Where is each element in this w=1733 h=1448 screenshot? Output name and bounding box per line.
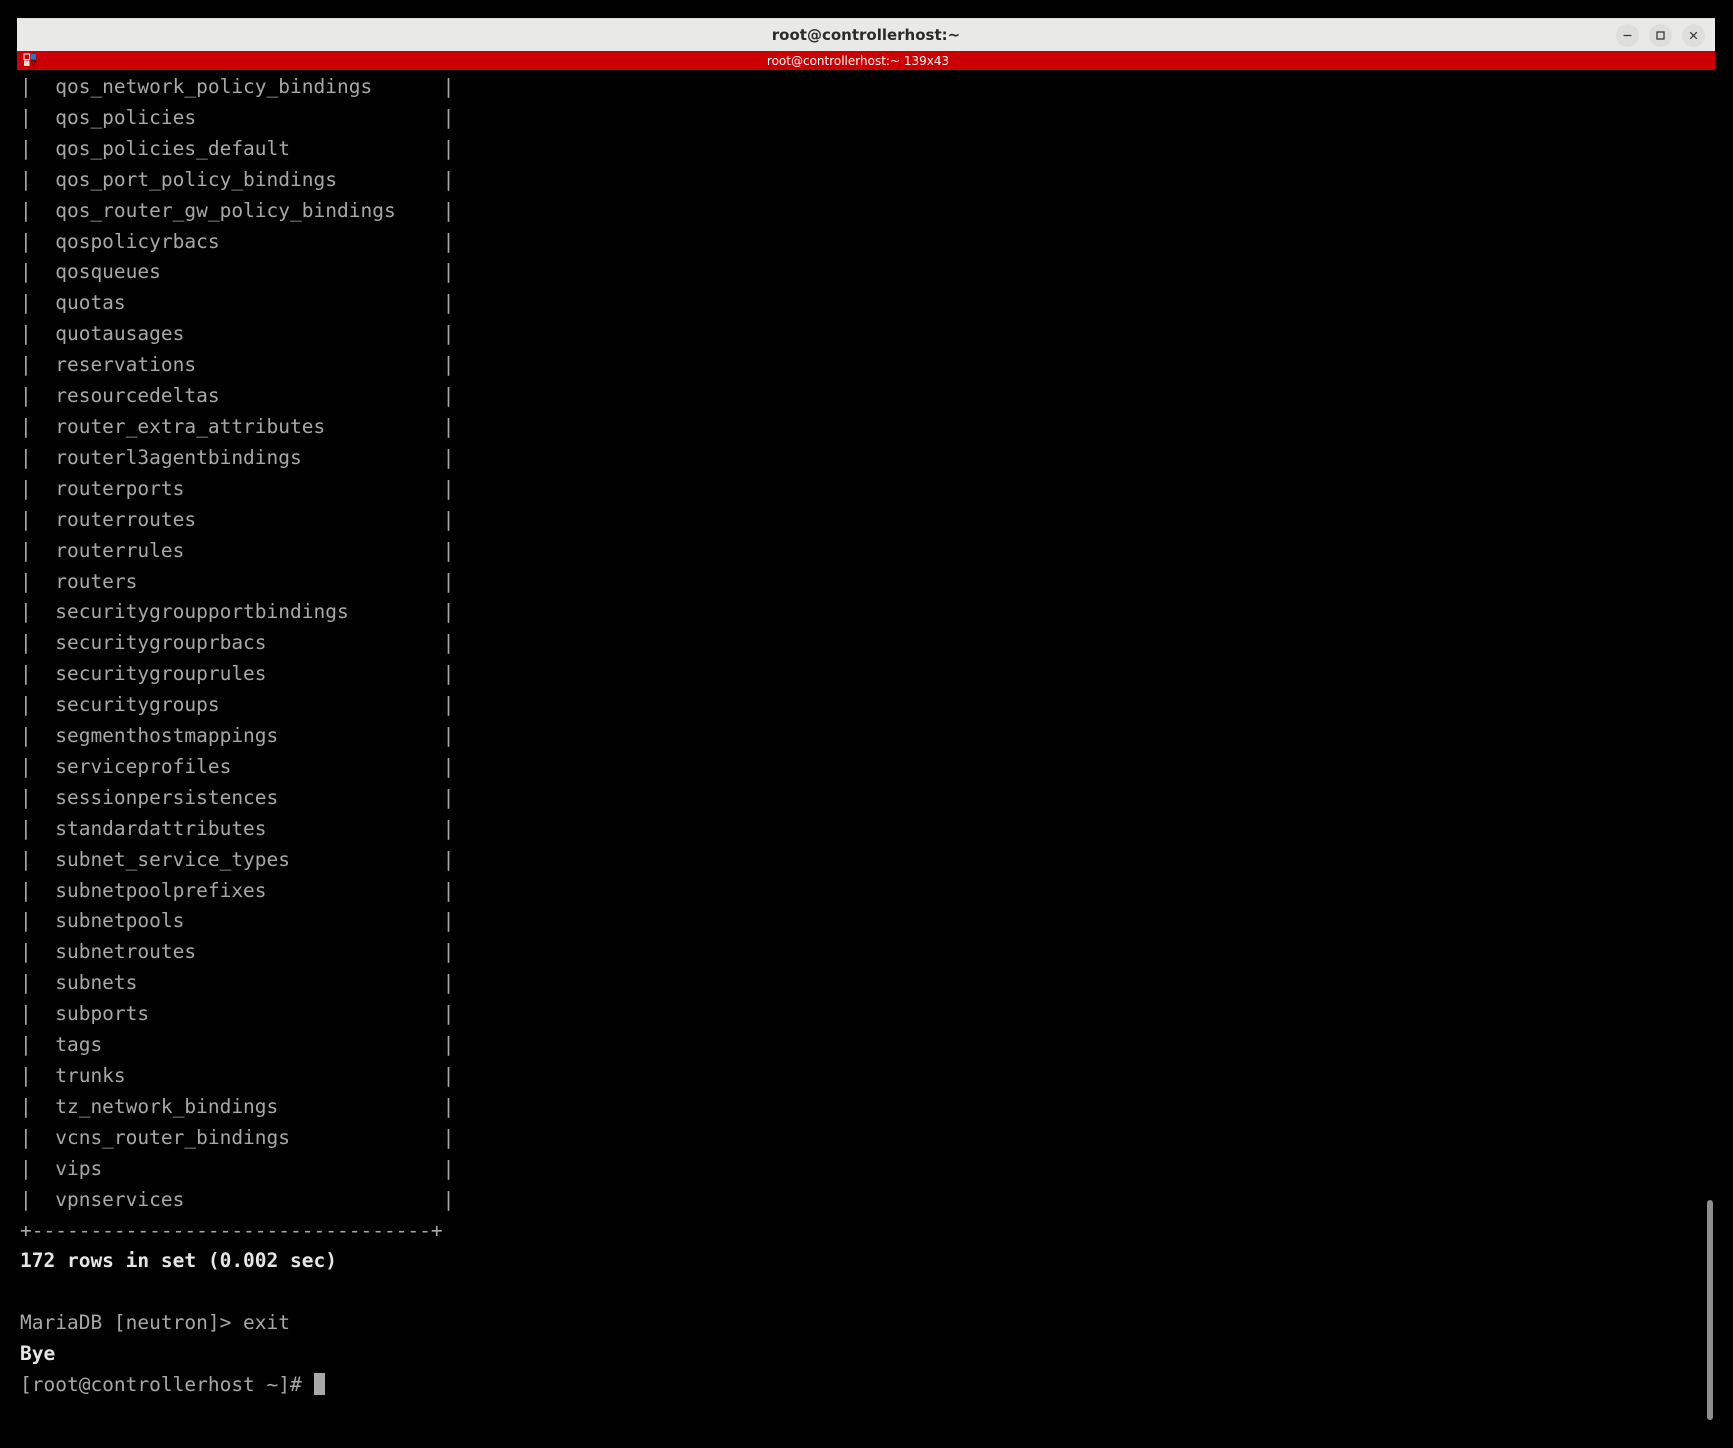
terminal-tab-label: root@controllerhost:~ 139x43 <box>766 53 950 68</box>
window-controls <box>1616 19 1705 52</box>
minimize-button[interactable] <box>1616 24 1639 47</box>
window-titlebar[interactable]: root@controllerhost:~ <box>17 18 1715 51</box>
terminal-window: root@controllerhost:~ root@controllerhos… <box>0 0 1733 1448</box>
terminal-output: | qos_network_policy_bindings | | qos_po… <box>20 75 455 1397</box>
maximize-button[interactable] <box>1649 24 1672 47</box>
close-button[interactable] <box>1682 24 1705 47</box>
terminal-cursor <box>313 1373 325 1396</box>
terminal-bold-text: 172 rows in set (0.002 sec) <box>20 1249 337 1273</box>
window-title: root@controllerhost:~ <box>771 26 961 44</box>
terminal-bold-text: Bye <box>20 1342 56 1366</box>
scrollbar-thumb[interactable] <box>1707 1200 1713 1420</box>
vertical-scrollbar[interactable] <box>1705 70 1717 1430</box>
terminal-tab-icon <box>23 53 38 68</box>
terminal-screen[interactable]: | qos_network_policy_bindings | | qos_po… <box>17 70 1715 1430</box>
terminal-tabbar[interactable]: root@controllerhost:~ 139x43 <box>17 51 1715 70</box>
